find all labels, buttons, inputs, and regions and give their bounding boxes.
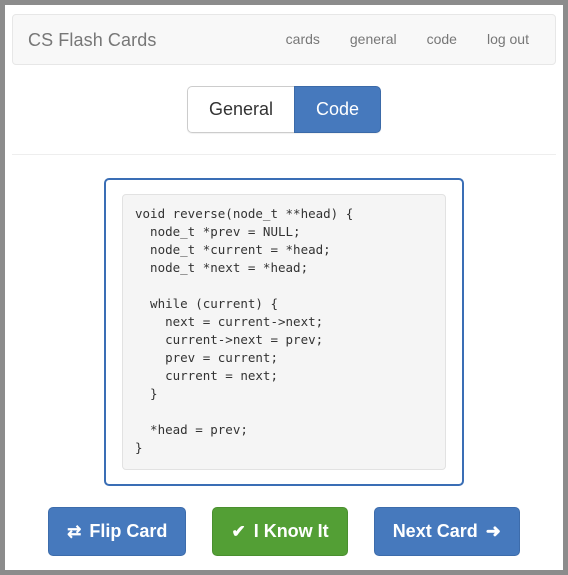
navbar-brand[interactable]: CS Flash Cards bbox=[13, 30, 156, 50]
navbar: CS Flash Cards cards general code log ou… bbox=[12, 14, 556, 65]
toggle-general-button[interactable]: General bbox=[186, 86, 294, 133]
toggle-code-button[interactable]: Code bbox=[294, 86, 382, 133]
browser-viewport: CS Flash Cards cards general code log ou… bbox=[0, 0, 568, 575]
nav-link-general[interactable]: general bbox=[335, 15, 412, 64]
mode-toggle-group: General Code bbox=[186, 86, 382, 133]
check-icon: ✔ bbox=[231, 521, 246, 541]
page-content: CS Flash Cards cards general code log ou… bbox=[5, 5, 563, 570]
flip-card-label: Flip Card bbox=[89, 521, 168, 541]
nav-link-cards[interactable]: cards bbox=[271, 15, 335, 64]
i-know-it-label: I Know It bbox=[253, 521, 329, 541]
nav-links: cards general code log out bbox=[271, 15, 555, 64]
flip-card-button[interactable]: ⇄ Flip Card bbox=[48, 507, 187, 556]
next-card-label: Next Card bbox=[392, 521, 478, 541]
next-card-button[interactable]: Next Card ➜ bbox=[373, 507, 520, 556]
section-divider bbox=[12, 154, 556, 155]
arrow-right-icon: ➜ bbox=[485, 521, 501, 541]
card-code-block: void reverse(node_t **head) { node_t *pr… bbox=[122, 194, 446, 470]
nav-link-log-out[interactable]: log out bbox=[472, 15, 555, 64]
nav-link-code[interactable]: code bbox=[412, 15, 472, 64]
mode-toggle-row: General Code bbox=[12, 86, 556, 133]
exchange-icon: ⇄ bbox=[67, 521, 82, 541]
flash-card[interactable]: void reverse(node_t **head) { node_t *pr… bbox=[104, 178, 464, 486]
card-actions: ⇄ Flip Card ✔ I Know It Next Card ➜ bbox=[12, 507, 556, 556]
flash-card-area: void reverse(node_t **head) { node_t *pr… bbox=[12, 178, 556, 486]
i-know-it-button[interactable]: ✔ I Know It bbox=[212, 507, 348, 556]
